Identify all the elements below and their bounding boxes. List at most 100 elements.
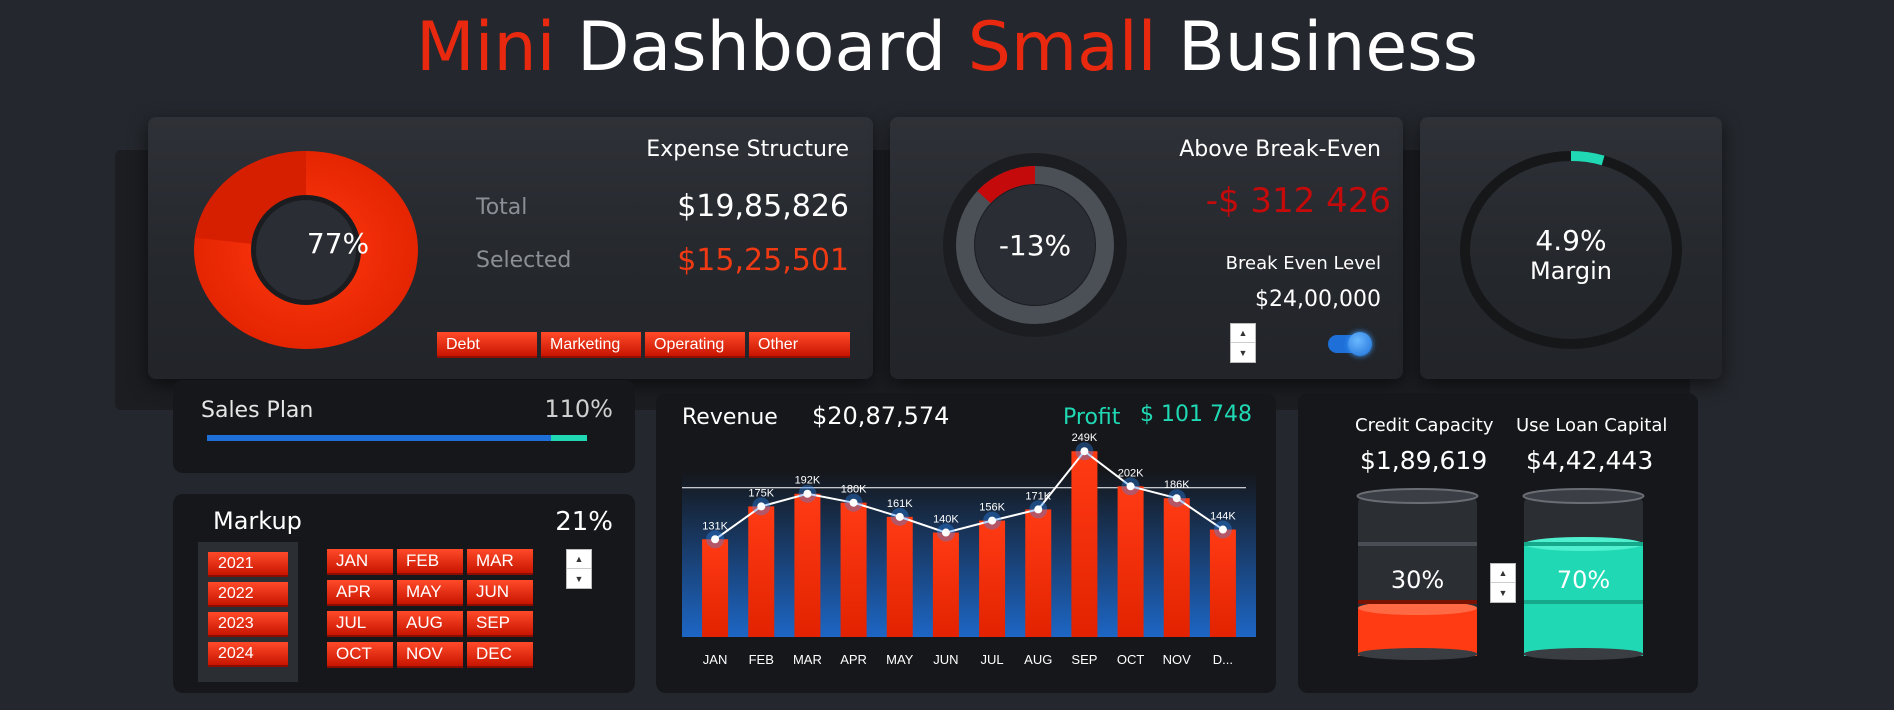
credit-card: Credit Capacity $1,89,619 Use Loan Capit… <box>1298 393 1698 693</box>
chart-data-label: 180K <box>841 484 867 496</box>
chart-bar <box>886 516 913 637</box>
month-aug-button[interactable]: AUG <box>397 611 463 637</box>
chart-x-tick-label: NOV <box>1163 652 1192 667</box>
chart-data-label: 202K <box>1118 467 1144 479</box>
month-sep-button[interactable]: SEP <box>467 611 533 637</box>
loan-right-pct: 70% <box>1556 566 1611 594</box>
chart-bar <box>979 520 1006 637</box>
month-nov-button[interactable]: NOV <box>397 642 463 668</box>
expense-donut-pct: 77% <box>306 227 370 260</box>
sales-plan-card: Sales Plan 110% <box>173 380 635 473</box>
dashboard-title: Mini Dashboard Small Business <box>0 8 1894 87</box>
break-even-level-value: $24,00,000 <box>1255 287 1381 312</box>
chart-x-tick-label: MAY <box>886 652 914 667</box>
month-may-button[interactable]: MAY <box>397 580 463 606</box>
chart-x-tick-label: JUN <box>933 652 958 667</box>
selected-label: Selected <box>476 248 572 273</box>
month-jun-button[interactable]: JUN <box>467 580 533 606</box>
month-jul-button[interactable]: JUL <box>327 611 393 637</box>
margin-card: 4.9% Margin <box>1420 117 1722 379</box>
loan-capital-label: Use Loan Capital <box>1516 415 1668 436</box>
spinner-up-icon[interactable]: ▲ <box>1491 564 1515 583</box>
expense-structure-card: 77% Expense Structure Total $19,85,826 S… <box>148 117 873 379</box>
sales-plan-pct: 110% <box>544 395 613 423</box>
break-even-spinner[interactable]: ▲ ▼ <box>1230 323 1256 363</box>
cylinder-band <box>1358 600 1477 604</box>
title-word-mini: Mini <box>415 8 556 87</box>
year-2024-button[interactable]: 2024 <box>208 642 288 667</box>
chart-bar <box>1163 498 1190 637</box>
chart-data-label: 175K <box>748 487 774 499</box>
markup-pct: 21% <box>555 507 613 537</box>
chart-bar <box>1117 486 1144 637</box>
chart-data-label: 171K <box>1025 490 1051 502</box>
revenue-bar-chart: 131K 175K 192K 180K 161K 140K 156K 171K 249K 202K… <box>682 432 1256 667</box>
selected-value: $15,25,501 <box>677 243 849 278</box>
spinner-up-icon[interactable]: ▲ <box>1231 324 1255 343</box>
markup-label: Markup <box>213 507 302 535</box>
chart-x-tick-label: SEP <box>1071 652 1097 667</box>
title-word-small: Small <box>967 8 1157 87</box>
chart-data-label: 192K <box>795 475 821 487</box>
break-even-pct: -13% <box>998 229 1072 262</box>
chart-point <box>1218 525 1227 534</box>
chart-point <box>803 489 812 498</box>
chart-x-tick-label: JAN <box>703 652 728 667</box>
spinner-down-icon[interactable]: ▼ <box>567 569 591 588</box>
chart-data-label: 186K <box>1164 479 1190 491</box>
month-dec-button[interactable]: DEC <box>467 642 533 668</box>
month-feb-button[interactable]: FEB <box>397 549 463 575</box>
margin-pct: 4.9% <box>1535 224 1607 257</box>
credit-capacity-value: $1,89,619 <box>1360 446 1488 475</box>
markup-card: Markup 21% 2021 2022 2023 2024 JAN FEB M… <box>173 494 635 693</box>
month-oct-button[interactable]: OCT <box>327 642 393 668</box>
year-2023-button[interactable]: 2023 <box>208 612 288 637</box>
credit-spinner[interactable]: ▲ ▼ <box>1490 563 1516 603</box>
credit-capacity-label: Credit Capacity <box>1355 415 1494 436</box>
spinner-down-icon[interactable]: ▼ <box>1491 583 1515 602</box>
year-2022-button[interactable]: 2022 <box>208 582 288 607</box>
break-even-level-label: Break Even Level <box>1225 253 1381 274</box>
credit-left-pct: 30% <box>1390 566 1445 594</box>
toggle-knob <box>1348 332 1372 356</box>
loan-capital-value: $4,42,443 <box>1526 446 1654 475</box>
chart-bar <box>1025 509 1052 637</box>
chart-point <box>849 498 858 507</box>
chart-data-label: 140K <box>933 514 959 526</box>
chart-x-tick-label: AUG <box>1024 652 1052 667</box>
chart-x-tick-label: JUL <box>981 652 1004 667</box>
category-other-button[interactable]: Other <box>749 332 850 358</box>
chart-bar <box>748 506 775 637</box>
chart-point <box>1172 494 1181 503</box>
category-operating-button[interactable]: Operating <box>645 332 745 358</box>
chart-bar <box>932 532 959 637</box>
chart-data-label: 156K <box>979 502 1005 514</box>
markup-spinner[interactable]: ▲ ▼ <box>566 549 592 589</box>
spinner-down-icon[interactable]: ▼ <box>1231 343 1255 362</box>
cylinder-band <box>1358 542 1477 546</box>
year-2021-button[interactable]: 2021 <box>208 552 288 577</box>
cylinder-band <box>1524 542 1643 546</box>
chart-x-tick-label: MAR <box>793 652 822 667</box>
chart-point <box>757 502 766 511</box>
chart-data-label: 249K <box>1072 432 1098 444</box>
spinner-up-icon[interactable]: ▲ <box>567 550 591 569</box>
month-apr-button[interactable]: APR <box>327 580 393 606</box>
category-debt-button[interactable]: Debt <box>437 332 537 358</box>
break-even-toggle[interactable] <box>1328 332 1372 356</box>
chart-point <box>711 535 720 544</box>
chart-data-label: 131K <box>702 520 728 532</box>
chart-point <box>941 528 950 537</box>
sales-plan-overflow <box>551 435 587 441</box>
chart-point <box>1080 447 1089 456</box>
month-mar-button[interactable]: MAR <box>467 549 533 575</box>
month-jan-button[interactable]: JAN <box>327 549 393 575</box>
category-marketing-button[interactable]: Marketing <box>541 332 641 358</box>
margin-ring-progress <box>1570 151 1605 166</box>
chart-point <box>895 512 904 521</box>
chart-point <box>1126 482 1135 491</box>
expense-structure-title: Expense Structure <box>646 137 849 162</box>
title-word-business: Business <box>1178 8 1479 87</box>
cylinder-rim <box>1356 488 1479 504</box>
chart-x-tick-label: FEB <box>749 652 774 667</box>
